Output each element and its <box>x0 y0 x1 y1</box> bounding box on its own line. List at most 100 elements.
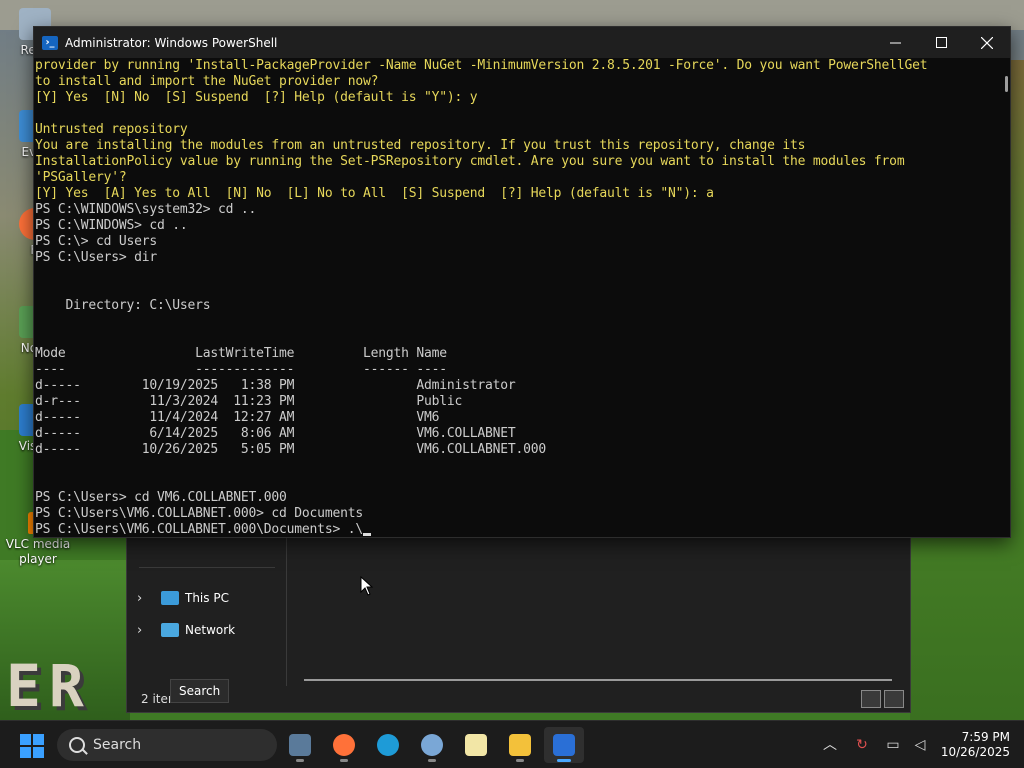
console-line: PS C:\WINDOWS> cd .. <box>35 218 998 234</box>
powershell-titlebar[interactable]: ›_ Administrator: Windows PowerShell <box>34 27 1010 58</box>
explorer-nav-pane: › This PC › Network <box>127 531 287 686</box>
console-line-text: PS C:\> cd Users <box>35 234 158 249</box>
nav-item-network[interactable]: › Network <box>137 617 235 643</box>
console-line: PS C:\Users\VM6.COLLABNET.000> cd Docume… <box>35 506 998 522</box>
minimize-button[interactable] <box>872 27 918 58</box>
maximize-icon <box>935 37 947 48</box>
console-line-text: PS C:\WINDOWS\system32> cd .. <box>35 202 257 217</box>
console-line: to install and import the NuGet provider… <box>35 74 998 90</box>
nav-item-this-pc[interactable]: › This PC <box>137 585 229 611</box>
firefox-icon <box>333 734 355 756</box>
search-tooltip: Search <box>170 679 230 703</box>
windows-logo-tile <box>20 747 31 758</box>
console-line-text: Untrusted repository <box>35 122 188 137</box>
console-line-text: ---- ------------- ------ ---- <box>35 362 447 377</box>
desktop-icon-label: VLC media player <box>5 537 71 566</box>
tiles-view-button[interactable] <box>884 690 904 708</box>
console-line: InstallationPolicy value by running the … <box>35 154 998 170</box>
console-line: Mode LastWriteTime Length Name <box>35 346 998 362</box>
chevron-right-icon[interactable]: › <box>137 623 153 638</box>
file-explorer-window: › This PC › Network 2 item Search <box>126 530 911 713</box>
running-indicator <box>428 759 436 762</box>
taskbar-clock[interactable]: 7:59 PM 10/26/2025 <box>940 730 1010 760</box>
powershell-window: ›_ Administrator: Windows PowerShell pro… <box>33 26 1011 538</box>
console-line: ---- ------------- ------ ---- <box>35 362 998 378</box>
powershell-icon <box>553 734 575 756</box>
network-icon <box>161 623 179 637</box>
text-cursor <box>362 533 371 536</box>
console-line: PS C:\> cd Users <box>35 234 998 250</box>
windows-logo-tile <box>33 747 44 758</box>
task-manager-icon <box>289 734 311 756</box>
console-line: PS C:\Users\VM6.COLLABNET.000\Documents>… <box>35 522 998 537</box>
close-icon <box>981 36 993 49</box>
console-line: You are installing the modules from an u… <box>35 138 998 154</box>
console-line: d----- 10/26/2025 5:05 PM VM6.COLLABNET.… <box>35 442 998 458</box>
computer-icon <box>161 591 179 605</box>
clock-time: 7:59 PM <box>961 730 1010 744</box>
file-explorer-icon <box>509 734 531 756</box>
mouse-pointer-icon <box>360 576 374 596</box>
display-icon[interactable]: ▭ <box>883 735 903 755</box>
search-label: Search <box>93 737 142 753</box>
minimize-icon <box>889 42 901 44</box>
tray-overflow-chevron-icon[interactable]: ︿ <box>820 735 840 755</box>
edge-icon <box>377 734 399 756</box>
console-line-text: d----- 10/26/2025 5:05 PM VM6.COLLABNET.… <box>35 442 546 457</box>
console-output[interactable]: provider by running 'Install-PackageProv… <box>34 58 998 537</box>
console-line: provider by running 'Install-PackageProv… <box>35 58 998 74</box>
console-scrollbar-thumb[interactable] <box>1005 76 1008 92</box>
console-line-text: 'PSGallery'? <box>35 170 127 185</box>
console-line-text: [Y] Yes [N] No [S] Suspend [?] Help (def… <box>35 90 478 105</box>
console-line-text: InstallationPolicy value by running the … <box>35 154 905 169</box>
nav-item-label: Network <box>185 623 236 637</box>
console-line: [Y] Yes [N] No [S] Suspend [?] Help (def… <box>35 90 998 106</box>
console-line-text: You are installing the modules from an u… <box>35 138 806 153</box>
console-line: PS C:\Users> dir <box>35 250 998 266</box>
console-line-text: Directory: C:\Users <box>35 298 211 313</box>
maximize-button[interactable] <box>918 27 964 58</box>
taskbar-app-firefox[interactable] <box>324 727 364 763</box>
notepad-icon <box>465 734 487 756</box>
console-line: PS C:\WINDOWS\system32> cd .. <box>35 202 998 218</box>
chevron-right-icon[interactable]: › <box>137 591 153 606</box>
console-line-text: Mode LastWriteTime Length Name <box>35 346 447 361</box>
console-line-text: d----- 10/19/2025 1:38 PM Administrator <box>35 378 516 393</box>
console-line-text: [Y] Yes [A] Yes to All [N] No [L] No to … <box>35 186 714 201</box>
start-button[interactable] <box>20 734 44 758</box>
windows-logo-tile <box>20 734 31 745</box>
taskbar-app-task-manager[interactable] <box>280 727 320 763</box>
console-line-text: d-r--- 11/3/2024 11:23 PM Public <box>35 394 463 409</box>
console-line-text: PS C:\Users> dir <box>35 250 158 265</box>
console-line-text: d----- 6/14/2025 8:06 AM VM6.COLLABNET <box>35 426 516 441</box>
window-title: Administrator: Windows PowerShell <box>65 35 278 50</box>
volume-icon[interactable]: ◁ <box>910 735 930 755</box>
console-line-text: to install and import the NuGet provider… <box>35 74 379 89</box>
console-line: Directory: C:\Users <box>35 298 998 314</box>
details-view-button[interactable] <box>861 690 881 708</box>
taskbar-app-edge[interactable] <box>368 727 408 763</box>
search-icon <box>69 737 85 753</box>
nav-divider <box>139 567 275 568</box>
console-line-text: provider by running 'Install-PackageProv… <box>35 58 928 73</box>
explorer-horizontal-scrollbar[interactable] <box>304 679 892 681</box>
running-indicator <box>516 759 524 762</box>
sync-icon[interactable]: ↻ <box>852 735 872 755</box>
console-line: [Y] Yes [A] Yes to All [N] No [L] No to … <box>35 186 998 202</box>
console-line-text: PS C:\Users\VM6.COLLABNET.000> cd Docume… <box>35 506 363 521</box>
taskbar-search[interactable]: Search <box>57 729 277 761</box>
console-line: d----- 11/4/2024 12:27 AM VM6 <box>35 410 998 426</box>
close-button[interactable] <box>964 27 1010 58</box>
taskbar-app-notepad[interactable] <box>456 727 496 763</box>
console-line-text: PS C:\Users> cd VM6.COLLABNET.000 <box>35 490 287 505</box>
taskbar-app-file-explorer[interactable] <box>500 727 540 763</box>
console-line-text: PS C:\WINDOWS> cd .. <box>35 218 188 233</box>
taskbar-app-powershell[interactable] <box>544 727 584 763</box>
nav-item-label: This PC <box>185 591 229 605</box>
taskbar-app-settings[interactable] <box>412 727 452 763</box>
windows-logo-tile <box>33 734 44 745</box>
